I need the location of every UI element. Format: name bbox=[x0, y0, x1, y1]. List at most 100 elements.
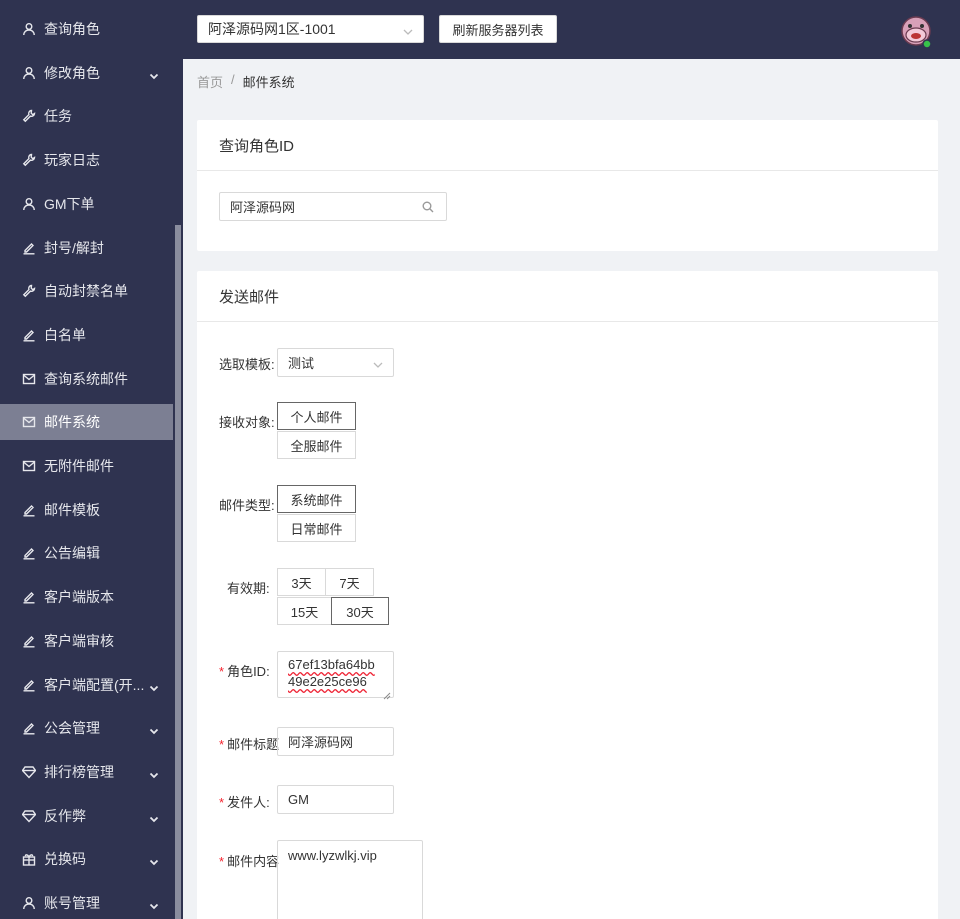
type-option-daily[interactable]: 日常邮件 bbox=[277, 514, 356, 542]
role-id-line-2: 49e2e25ce96 bbox=[288, 674, 367, 689]
target-option-personal[interactable]: 个人邮件 bbox=[277, 402, 356, 430]
sidebar-item[interactable]: 邮件系统 bbox=[0, 404, 173, 441]
sidebar-scrollbar[interactable] bbox=[173, 0, 183, 919]
resize-handle-icon[interactable] bbox=[383, 687, 391, 700]
edit-icon bbox=[22, 503, 36, 517]
template-select-value: 测试 bbox=[288, 356, 315, 371]
sidebar-item[interactable]: 客户端配置(开... bbox=[0, 667, 173, 703]
sidebar-item[interactable]: GM下单 bbox=[0, 186, 173, 222]
sidebar-item[interactable]: 反作弊 bbox=[0, 798, 173, 834]
sidebar-item[interactable]: 封号/解封 bbox=[0, 230, 173, 266]
query-role-title: 查询角色ID bbox=[197, 120, 938, 171]
mail-icon bbox=[22, 415, 36, 429]
sidebar-item[interactable]: 白名单 bbox=[0, 317, 173, 353]
sidebar-item-label: 客户端配置(开... bbox=[44, 676, 145, 693]
validity-label: 有效期: bbox=[227, 581, 270, 596]
required-mark: * bbox=[219, 737, 225, 752]
avatar[interactable] bbox=[900, 16, 932, 49]
validity-option-30d[interactable]: 30天 bbox=[331, 597, 389, 625]
sidebar-item-label: 无附件邮件 bbox=[44, 458, 114, 474]
role-id-label: * 角色ID: bbox=[219, 664, 270, 679]
sidebar-item-label: 公告编辑 bbox=[44, 545, 100, 562]
breadcrumb: 首页 / 邮件系统 bbox=[197, 72, 295, 91]
chevron-down-icon[interactable] bbox=[149, 811, 159, 822]
sender-label: * 发件人: bbox=[219, 795, 270, 810]
sidebar-item[interactable]: 客户端版本 bbox=[0, 579, 173, 615]
mail-title-input[interactable]: 阿泽源码网 bbox=[277, 727, 394, 756]
diamond-icon bbox=[22, 809, 36, 823]
sidebar-item[interactable]: 账号管理 bbox=[0, 885, 173, 919]
validity-option-3d[interactable]: 3天 bbox=[277, 568, 326, 596]
target-option-all-server[interactable]: 全服邮件 bbox=[277, 431, 356, 459]
template-select[interactable]: 测试 bbox=[277, 348, 394, 377]
sidebar-item[interactable]: 邮件模板 bbox=[0, 492, 173, 528]
send-mail-card: 发送邮件 选取模板: 测试 接收对象: 个人邮件 全服邮件 邮件类型: 系统邮件… bbox=[197, 271, 938, 919]
sidebar-item-label: 账号管理 bbox=[44, 895, 100, 911]
sidebar-item-label: 查询系统邮件 bbox=[44, 370, 128, 387]
top-header: 阿泽源码网1区-1001 刷新服务器列表 bbox=[183, 0, 960, 59]
sidebar-item-label: 白名单 bbox=[44, 326, 86, 343]
server-select[interactable]: 阿泽源码网1区-1001 bbox=[197, 15, 424, 43]
validity-option-15d[interactable]: 15天 bbox=[277, 597, 332, 625]
user-icon bbox=[22, 197, 36, 211]
template-label: 选取模板: bbox=[219, 357, 275, 372]
sidebar-item[interactable]: 玩家日志 bbox=[0, 142, 173, 178]
sidebar-item[interactable]: 排行榜管理 bbox=[0, 754, 173, 790]
edit-icon bbox=[22, 721, 36, 735]
sidebar: 查询角色 修改角色 任务 玩家日志 GM下单 封号/解封 自动封禁名单 白名单 查询系统邮件 邮件… bbox=[0, 0, 183, 919]
validity-option-7d[interactable]: 7天 bbox=[325, 568, 374, 596]
sidebar-item[interactable]: 公告编辑 bbox=[0, 535, 173, 571]
sidebar-item[interactable]: 公会管理 bbox=[0, 710, 173, 746]
mail-type-label: 邮件类型: bbox=[219, 498, 275, 513]
sidebar-item[interactable]: 查询角色 bbox=[0, 11, 173, 47]
user-icon bbox=[22, 896, 36, 910]
breadcrumb-current: 邮件系统 bbox=[242, 75, 295, 90]
sidebar-item-label: 邮件模板 bbox=[44, 501, 100, 518]
sidebar-item[interactable]: 客户端审核 bbox=[0, 623, 173, 659]
chevron-down-icon[interactable] bbox=[149, 68, 159, 79]
sender-input[interactable]: GM bbox=[277, 785, 394, 814]
sidebar-item-label: 公会管理 bbox=[44, 720, 100, 737]
sidebar-item-label: 排行榜管理 bbox=[44, 763, 114, 780]
required-mark: * bbox=[219, 795, 225, 810]
chevron-down-icon[interactable] bbox=[149, 680, 159, 691]
edit-icon bbox=[22, 590, 36, 604]
chevron-down-icon[interactable] bbox=[149, 898, 159, 910]
sidebar-item[interactable]: 无附件邮件 bbox=[0, 448, 173, 484]
mail-icon bbox=[22, 372, 36, 386]
chevron-down-icon bbox=[403, 24, 413, 35]
sidebar-item-label: 客户端审核 bbox=[44, 632, 114, 649]
mail-title-label: * 邮件标题 bbox=[219, 737, 280, 752]
edit-icon bbox=[22, 546, 36, 560]
chevron-down-icon[interactable] bbox=[149, 767, 159, 779]
sidebar-item-label: 客户端版本 bbox=[44, 589, 114, 606]
sidebar-item-label: 自动封禁名单 bbox=[44, 283, 128, 300]
send-mail-title: 发送邮件 bbox=[197, 271, 938, 322]
sidebar-item[interactable]: 查询系统邮件 bbox=[0, 361, 173, 397]
search-icon[interactable] bbox=[422, 201, 434, 213]
chevron-down-icon[interactable] bbox=[149, 854, 159, 866]
breadcrumb-home[interactable]: 首页 bbox=[197, 72, 223, 91]
sidebar-item[interactable]: 兑换码 bbox=[0, 841, 173, 877]
role-search-input[interactable]: 阿泽源码网 bbox=[219, 192, 447, 221]
breadcrumb-separator: / bbox=[231, 72, 235, 87]
sidebar-item[interactable]: 任务 bbox=[0, 98, 173, 134]
content-textarea[interactable]: www.lyzwlkj.vip bbox=[277, 840, 423, 919]
chevron-down-icon[interactable] bbox=[149, 723, 159, 735]
mail-icon bbox=[22, 459, 36, 473]
sidebar-item[interactable]: 自动封禁名单 bbox=[0, 273, 173, 309]
sidebar-scrollbar-thumb[interactable] bbox=[175, 225, 181, 919]
sidebar-item-label: 兑换码 bbox=[44, 851, 86, 868]
refresh-servers-button[interactable]: 刷新服务器列表 bbox=[439, 15, 557, 43]
type-option-system[interactable]: 系统邮件 bbox=[277, 485, 356, 513]
target-label: 接收对象: bbox=[219, 415, 275, 430]
tool-icon bbox=[22, 109, 36, 123]
content-label: * 邮件内容 bbox=[219, 854, 280, 869]
sidebar-item-label: 修改角色 bbox=[44, 64, 100, 81]
sidebar-item-label: GM下单 bbox=[44, 195, 95, 212]
sidebar-item[interactable]: 修改角色 bbox=[0, 55, 173, 91]
role-id-textarea[interactable]: 67ef13bfa64bb 49e2e25ce96 bbox=[277, 651, 394, 700]
required-mark: * bbox=[219, 664, 225, 679]
role-id-line-1: 67ef13bfa64bb bbox=[288, 657, 375, 672]
diamond-icon bbox=[22, 765, 36, 779]
